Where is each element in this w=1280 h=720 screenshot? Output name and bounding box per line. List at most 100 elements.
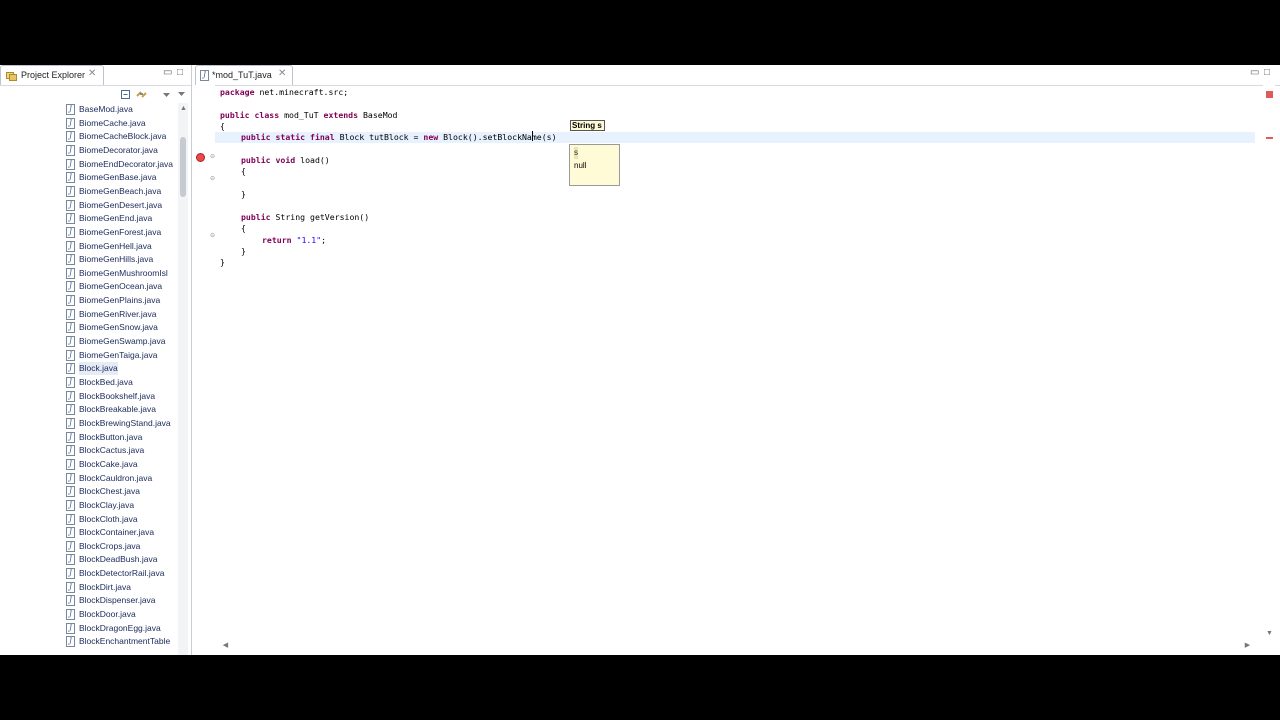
java-file-icon: J bbox=[66, 104, 75, 115]
file-label: BlockCake.java bbox=[79, 458, 138, 469]
close-icon[interactable]: ✕ bbox=[88, 68, 96, 79]
project-explorer-tab[interactable]: Project Explorer ✕ bbox=[0, 65, 104, 85]
horizontal-scrollbar[interactable] bbox=[215, 643, 1255, 653]
editor-gutter: ⊖ ⊖ ⊖ bbox=[195, 85, 215, 655]
project-explorer-title: Project Explorer bbox=[21, 70, 86, 80]
collapse-all-icon[interactable] bbox=[119, 88, 132, 101]
java-file-icon: J bbox=[66, 390, 75, 402]
file-label: BiomeDecorator.java bbox=[79, 144, 158, 155]
java-file-icon: J bbox=[66, 431, 75, 443]
java-file-icon: J bbox=[66, 240, 75, 252]
scroll-right-icon[interactable]: ▶ bbox=[1243, 641, 1252, 649]
error-icon[interactable] bbox=[196, 153, 205, 162]
java-file-icon: J bbox=[66, 295, 75, 307]
fold-icon[interactable]: ⊖ bbox=[210, 153, 216, 160]
java-file-icon: J bbox=[66, 636, 75, 648]
java-file-icon: J bbox=[66, 513, 75, 525]
file-label: BlockBookshelf.java bbox=[79, 390, 156, 401]
java-file-icon: J bbox=[66, 267, 75, 279]
file-label: BaseMod.java bbox=[79, 104, 133, 114]
file-label: BiomeGenRiver.java bbox=[79, 308, 157, 319]
code-line: public class mod_TuT extends BaseMod bbox=[220, 110, 398, 120]
file-label: BiomeGenHills.java bbox=[79, 254, 154, 265]
file-label: BlockCauldron.java bbox=[79, 472, 153, 483]
file-label: BiomeGenBase.java bbox=[79, 172, 157, 183]
file-label: BiomeGenBeach.java bbox=[79, 185, 162, 196]
file-label: BiomeGenDesert.java bbox=[79, 199, 163, 210]
java-file-icon: J bbox=[66, 254, 75, 266]
java-file-icon: J bbox=[66, 540, 75, 552]
java-file-icon: J bbox=[66, 336, 75, 348]
chevron-down-icon[interactable] bbox=[175, 88, 188, 101]
maximize-icon[interactable]: □ bbox=[1264, 68, 1270, 78]
java-file-icon: J bbox=[66, 144, 75, 156]
java-file-icon: J bbox=[66, 595, 75, 607]
file-label: BiomeGenForest.java bbox=[79, 226, 162, 237]
maximize-icon[interactable]: □ bbox=[177, 68, 183, 78]
editor-tabbar: J *mod_TuT.java ✕ ▭ □ bbox=[195, 65, 1280, 86]
error-marker[interactable] bbox=[1266, 137, 1273, 139]
java-file-icon: J bbox=[66, 486, 75, 498]
scroll-down-icon[interactable]: ▼ bbox=[1265, 630, 1274, 637]
java-file-icon: J bbox=[66, 417, 75, 429]
scroll-left-icon[interactable]: ◀ bbox=[221, 641, 230, 649]
code-line: } bbox=[241, 189, 246, 199]
java-file-icon: J bbox=[66, 349, 75, 361]
java-file-icon: J bbox=[66, 609, 75, 621]
minimize-icon[interactable]: ▭ bbox=[163, 68, 172, 78]
file-label: BiomeGenHell.java bbox=[79, 240, 152, 251]
code-line: { bbox=[220, 121, 225, 131]
link-with-editor-icon[interactable] bbox=[135, 88, 148, 101]
java-file-icon: J bbox=[66, 213, 75, 225]
overview-ruler[interactable] bbox=[1263, 85, 1275, 635]
mouse-cursor bbox=[532, 131, 533, 141]
file-label: Block.java bbox=[79, 362, 118, 376]
java-file-icon: J bbox=[66, 281, 75, 293]
code-line: public void load() bbox=[241, 155, 330, 165]
fold-icon[interactable]: ⊖ bbox=[210, 175, 216, 182]
view-menu-icon[interactable] bbox=[160, 88, 173, 101]
file-label: BlockEnchantmentTable bbox=[79, 636, 171, 647]
file-label: BlockBrewingStand.java bbox=[79, 417, 171, 428]
error-summary-icon[interactable] bbox=[1266, 91, 1273, 98]
file-label: BlockDragonEgg.java bbox=[79, 622, 161, 633]
proposal-item[interactable]: s bbox=[574, 147, 578, 159]
file-label: BiomeGenSwamp.java bbox=[79, 336, 166, 347]
file-label: BiomeGenOcean.java bbox=[79, 281, 163, 292]
file-label: BlockDetectorRail.java bbox=[79, 568, 165, 579]
code-line: return "1.1"; bbox=[262, 235, 327, 245]
code-line: } bbox=[241, 246, 246, 256]
java-file-icon: J bbox=[66, 499, 75, 511]
file-label: BlockClay.java bbox=[79, 499, 135, 510]
code-line: { bbox=[241, 223, 246, 233]
file-label: BlockChest.java bbox=[79, 486, 140, 497]
java-file-icon: J bbox=[66, 527, 75, 539]
file-label: BlockBreakable.java bbox=[79, 404, 157, 415]
project-explorer-toolbar bbox=[116, 88, 188, 102]
file-label: BiomeGenTaiga.java bbox=[79, 349, 158, 360]
java-file-icon: J bbox=[66, 581, 75, 593]
project-explorer-tabbar: Project Explorer ✕ ▭ □ bbox=[0, 65, 191, 86]
java-file-icon: J bbox=[66, 568, 75, 580]
file-label: BlockCloth.java bbox=[79, 513, 138, 524]
minimize-icon[interactable]: ▭ bbox=[1250, 68, 1259, 78]
file-label: BlockDeadBush.java bbox=[79, 554, 158, 565]
java-file-icon: J bbox=[66, 445, 75, 457]
code-line: } bbox=[220, 257, 225, 267]
proposal-item[interactable]: null bbox=[574, 160, 586, 172]
editor-tab-mod-tut[interactable]: J *mod_TuT.java ✕ bbox=[195, 65, 293, 85]
code-line: package net.minecraft.src; bbox=[220, 87, 349, 97]
file-label: BlockContainer.java bbox=[79, 527, 155, 538]
fold-icon[interactable]: ⊖ bbox=[210, 232, 216, 239]
file-label: BiomeGenEnd.java bbox=[79, 213, 153, 224]
java-file-icon: J bbox=[66, 322, 75, 334]
file-label: BlockBed.java bbox=[79, 377, 133, 387]
scroll-up-icon[interactable]: ▲ bbox=[179, 105, 188, 112]
file-label: BlockButton.java bbox=[79, 431, 143, 442]
scrollbar-thumb[interactable] bbox=[180, 137, 186, 197]
code-editor[interactable]: package net.minecraft.src; public class … bbox=[220, 85, 1250, 635]
close-icon[interactable]: ✕ bbox=[278, 68, 286, 79]
code-line: { bbox=[241, 166, 246, 176]
java-file-icon: J bbox=[66, 185, 75, 197]
file-label: BiomeGenSnow.java bbox=[79, 322, 158, 333]
